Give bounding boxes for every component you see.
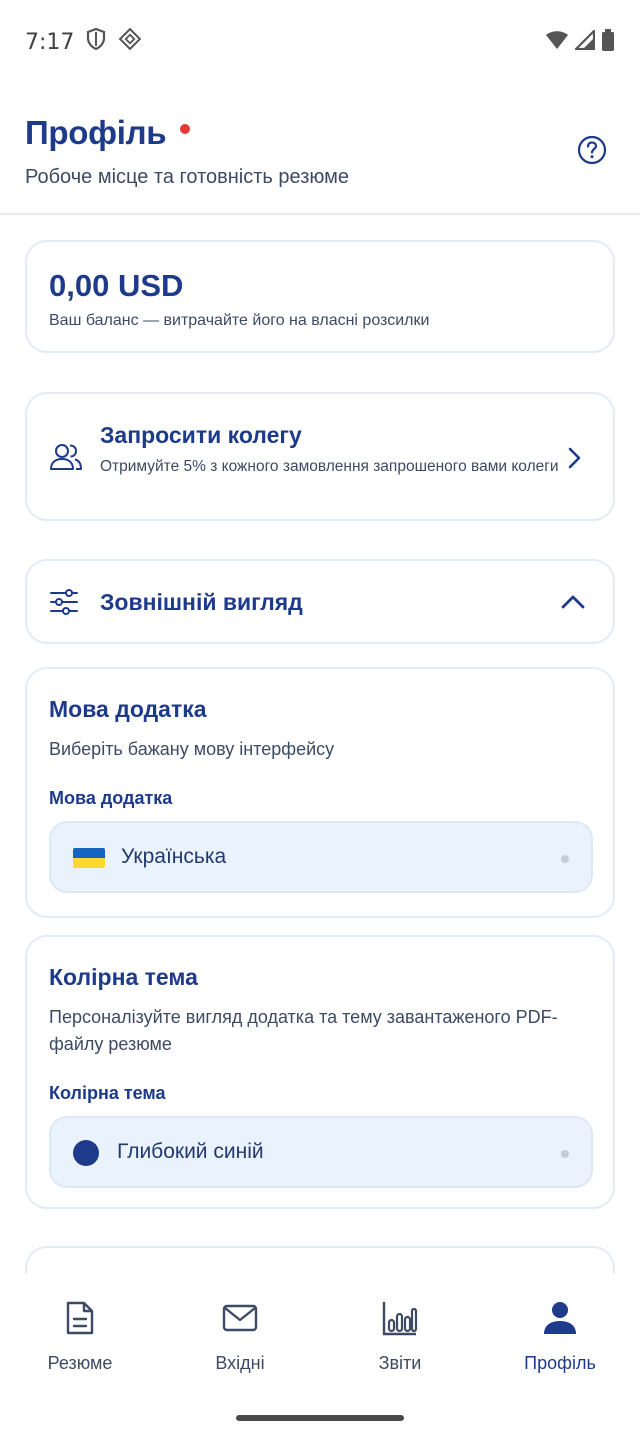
nfc-icon — [118, 27, 142, 57]
theme-color-swatch — [73, 1140, 99, 1166]
help-circle-icon[interactable] — [577, 135, 607, 165]
wifi-icon — [545, 30, 569, 55]
profile-content[interactable]: 0,00 USD Ваш баланс — витрачайте його на… — [0, 216, 640, 1274]
appearance-section-header[interactable]: Зовнішній вигляд — [25, 559, 615, 644]
nav-item-inbox[interactable]: Вхідні — [160, 1274, 320, 1384]
color-theme-select[interactable]: Глибокий синій — [49, 1116, 593, 1188]
balance-amount: 0,00 USD — [49, 268, 184, 303]
page-subtitle: Робоче місце та готовність резюме — [25, 166, 350, 188]
language-field-label: Мова додатка — [49, 788, 173, 808]
language-selected-value: Українська — [121, 845, 227, 868]
status-time: 7:17 — [25, 29, 75, 55]
notification-dot — [180, 124, 191, 134]
chevron-up-icon[interactable] — [560, 594, 586, 610]
dropdown-indicator-icon — [561, 1150, 569, 1158]
invite-colleague-card[interactable]: Запросити колегу Отримуйте 5% з кожного … — [25, 392, 615, 521]
language-description: Виберіть бажану мову інтерфейсу — [49, 739, 335, 759]
color-theme-card: Колірна тема Персоналізуйте вигляд додат… — [25, 935, 615, 1209]
language-select[interactable]: Українська — [49, 821, 593, 893]
language-card: Мова додатка Виберіть бажану мову інтерф… — [25, 667, 615, 918]
battery-icon — [601, 28, 615, 56]
dropdown-indicator-icon — [561, 855, 569, 863]
balance-description: Ваш баланс — витрачайте його на власні р… — [49, 312, 430, 329]
chart-icon — [381, 1299, 419, 1337]
status-bar: 7:17 — [0, 0, 640, 84]
document-icon — [61, 1299, 99, 1337]
balance-card: 0,00 USD Ваш баланс — витрачайте його на… — [25, 240, 615, 353]
page-title: Профіль — [25, 114, 167, 151]
mail-icon — [221, 1299, 259, 1337]
people-icon — [49, 442, 83, 472]
nav-label-inbox: Вхідні — [215, 1353, 265, 1373]
invite-title: Запросити колегу — [100, 422, 302, 448]
invite-description: Отримуйте 5% з кожного замовлення запрош… — [100, 458, 559, 475]
color-theme-field-label: Колірна тема — [49, 1083, 166, 1103]
sliders-icon — [49, 589, 79, 615]
person-icon — [541, 1299, 579, 1337]
nav-label-resume: Резюме — [47, 1353, 113, 1373]
page-header: Профіль Робоче місце та готовність резюм… — [0, 84, 640, 215]
nav-label-profile: Профіль — [524, 1353, 596, 1373]
next-section-card — [25, 1246, 615, 1274]
home-indicator[interactable] — [236, 1415, 404, 1421]
color-theme-title: Колірна тема — [49, 964, 198, 990]
nav-item-resume[interactable]: Резюме — [0, 1274, 160, 1384]
shield-icon — [86, 27, 106, 56]
language-title: Мова додатка — [49, 696, 207, 722]
ukraine-flag-icon — [73, 848, 105, 868]
nav-item-profile[interactable]: Профіль — [480, 1274, 640, 1384]
nav-label-reports: Звіти — [378, 1353, 422, 1373]
appearance-title: Зовнішній вигляд — [100, 589, 303, 615]
signal-icon — [573, 27, 596, 55]
color-theme-selected-value: Глибокий синій — [117, 1140, 264, 1163]
nav-item-reports[interactable]: Звіти — [320, 1274, 480, 1384]
color-theme-description: Персоналізуйте вигляд додатка та тему за… — [49, 1007, 558, 1054]
bottom-navigation: Резюме Вхідні Звіти Профіль — [0, 1274, 640, 1384]
chevron-right-icon — [567, 446, 583, 470]
